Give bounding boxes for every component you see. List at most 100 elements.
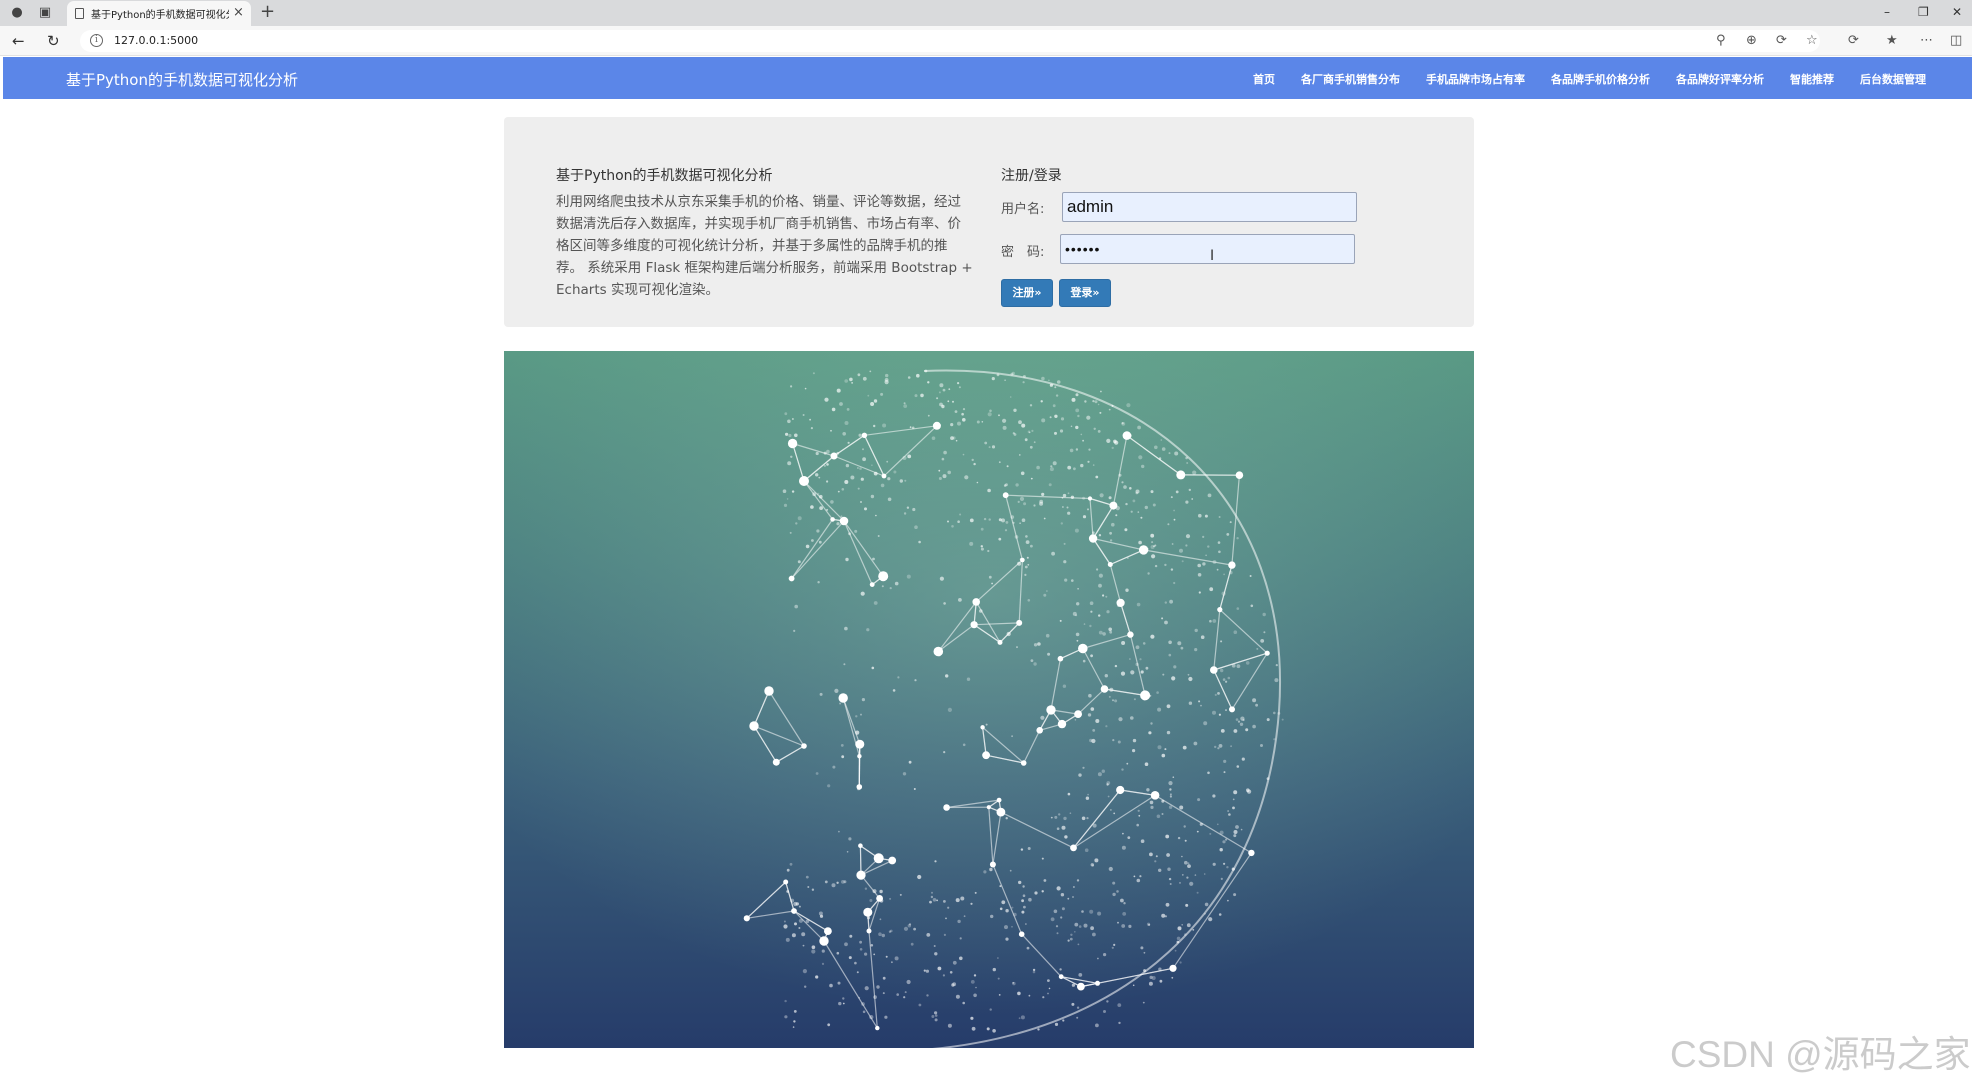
- globe-dot: [1081, 816, 1086, 821]
- globe-dot: [1168, 452, 1171, 455]
- favorites-icon[interactable]: ★: [1886, 32, 1898, 50]
- nav-market-share[interactable]: 手机品牌市场占有率: [1426, 71, 1525, 87]
- restore-icon[interactable]: ❐: [1918, 4, 1929, 20]
- globe-dot: [1121, 768, 1124, 771]
- back-icon[interactable]: ←: [12, 31, 25, 51]
- constellation-node: [888, 856, 897, 865]
- url-field[interactable]: i 127.0.0.1:5000: [80, 30, 1820, 52]
- page-icon: [75, 8, 84, 19]
- globe-dot: [952, 982, 957, 987]
- minimize-icon[interactable]: –: [1884, 4, 1890, 20]
- nav-rating-analysis[interactable]: 各品牌好评率分析: [1676, 71, 1764, 87]
- globe-dot: [1142, 642, 1146, 645]
- globe-dot: [1108, 408, 1111, 411]
- globe-dot: [1169, 883, 1172, 885]
- globe-dot: [1204, 514, 1208, 518]
- site-brand[interactable]: 基于Python的手机数据可视化分析: [66, 69, 298, 90]
- globe-dot: [789, 531, 792, 534]
- globe-dot: [1125, 502, 1128, 506]
- globe-dot: [1216, 568, 1219, 571]
- globe-dot: [1076, 879, 1080, 882]
- globe-dot: [1030, 477, 1033, 480]
- globe-dot: [1223, 759, 1227, 763]
- globe-dot: [1075, 425, 1079, 430]
- profile-icon[interactable]: ●: [8, 4, 26, 22]
- close-tab-icon[interactable]: ×: [233, 5, 244, 21]
- extensions-icon[interactable]: ⟳: [1848, 32, 1859, 50]
- globe-dot: [990, 914, 994, 919]
- globe-dot: [887, 497, 892, 502]
- globe-dot: [947, 906, 950, 909]
- constellation-node: [1100, 685, 1109, 693]
- key-icon[interactable]: ⚲: [1716, 32, 1726, 50]
- read-aloud-icon[interactable]: ⟳: [1776, 32, 1787, 50]
- username-label: 用户名:: [1001, 202, 1045, 217]
- nav-price-analysis[interactable]: 各品牌手机价格分析: [1551, 71, 1650, 87]
- nav-recommend[interactable]: 智能推荐: [1790, 71, 1834, 87]
- globe-dot: [954, 410, 958, 413]
- globe-dot: [1151, 541, 1154, 544]
- globe-dot: [844, 379, 848, 383]
- username-input[interactable]: [1062, 192, 1357, 222]
- csdn-watermark: CSDN @源码之家: [1670, 1034, 1971, 1075]
- nav-vendor-sales[interactable]: 各厂商手机销售分布: [1301, 71, 1400, 87]
- globe-dot: [1185, 544, 1188, 547]
- globe-dot: [1111, 946, 1114, 949]
- globe-dot: [996, 373, 1000, 377]
- more-icon[interactable]: ⋯: [1920, 32, 1933, 50]
- globe-dot: [949, 971, 953, 974]
- globe-dot: [997, 957, 999, 959]
- login-button[interactable]: 登录»: [1059, 279, 1111, 307]
- new-tab-icon[interactable]: +: [260, 2, 275, 22]
- globe-dot: [841, 755, 845, 759]
- zoom-icon[interactable]: ⊕: [1746, 32, 1757, 50]
- globe-dot: [812, 372, 815, 375]
- text-cursor-icon: I: [1210, 248, 1215, 264]
- globe-dot: [1204, 912, 1206, 915]
- globe-dot: [1184, 860, 1188, 865]
- tab-actions-icon[interactable]: ▣: [36, 4, 54, 22]
- globe-dot: [1229, 521, 1232, 524]
- globe-dot: [1168, 653, 1172, 657]
- constellation-node: [881, 473, 887, 479]
- globe-dot: [1220, 729, 1225, 733]
- browser-tab[interactable]: 基于Python的手机数据可视化分析 ×: [67, 1, 251, 26]
- globe-dot: [1001, 518, 1005, 523]
- globe-dot: [1153, 545, 1155, 548]
- globe-dot: [903, 926, 909, 931]
- sidebar-icon[interactable]: ◫: [1950, 32, 1962, 50]
- globe-dot: [1185, 456, 1188, 460]
- nav-home[interactable]: 首页: [1253, 71, 1275, 87]
- globe-dot: [906, 979, 911, 985]
- reload-icon[interactable]: ↻: [47, 31, 60, 51]
- globe-dot: [931, 1015, 935, 1018]
- favorite-star-icon[interactable]: ☆: [1806, 32, 1818, 50]
- globe-dot: [1150, 805, 1154, 809]
- globe-dot: [952, 400, 954, 403]
- globe-dot: [914, 525, 918, 529]
- close-window-icon[interactable]: ✕: [1952, 4, 1962, 20]
- globe-dot: [889, 897, 892, 900]
- globe-dot: [1088, 448, 1091, 451]
- globe-dot: [786, 868, 790, 872]
- globe-dot: [1193, 741, 1198, 746]
- globe-dot: [839, 702, 842, 705]
- globe-dot: [1037, 1028, 1040, 1031]
- site-info-icon[interactable]: i: [90, 34, 103, 47]
- globe-dot: [844, 626, 848, 631]
- globe-dot: [1142, 1001, 1145, 1004]
- password-input[interactable]: [1060, 234, 1355, 264]
- nav-admin[interactable]: 后台数据管理: [1860, 71, 1926, 87]
- register-button[interactable]: 注册»: [1001, 279, 1053, 307]
- globe-dot: [838, 830, 840, 833]
- globe-dot: [998, 537, 1002, 541]
- globe-dot: [1112, 699, 1114, 702]
- globe-dot: [1059, 429, 1064, 433]
- constellation-node: [869, 582, 875, 587]
- globe-dot: [1054, 1022, 1059, 1026]
- globe-dot: [1103, 953, 1107, 957]
- globe-dot: [960, 896, 965, 901]
- globe-dot: [1015, 483, 1019, 487]
- globe-dot: [872, 557, 875, 561]
- globe-dot: [1132, 749, 1136, 753]
